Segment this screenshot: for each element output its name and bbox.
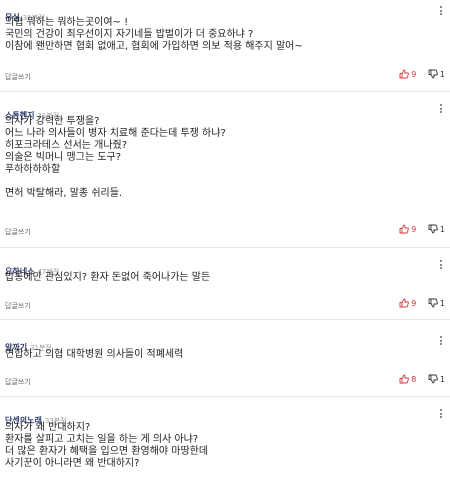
downvote-count: 1 [439,69,445,79]
reply-button[interactable]: 답글쓰기 [5,301,31,311]
reply-button[interactable]: 답글쓰기 [5,227,31,237]
downvote-button[interactable]: 1 [428,374,445,384]
comment-text: 의사가 강력한 투쟁을? 어느 나라 의사들이 병자 치료해 준다는데 투쟁 하… [5,116,226,199]
reply-button[interactable]: 답글쓰기 [5,72,31,82]
vote-group: 9 1 [390,298,445,308]
comment-text: 의사가 왜 반대하지? 환자를 살피고 고치는 일을 하는 게 의사 아냐? 더… [5,422,209,469]
thumbs-up-icon [399,69,410,79]
comment-item: 단센의노래 33분전 의사가 왜 반대하지? 환자를 살피고 고치는 일을 하는 … [0,397,450,483]
comment-item: 무심 31분전 의협 뭐하는 뭐하는곳이여~ ! 국민의 건강이 최우선이지 자기… [0,0,450,92]
upvote-count: 9 [411,224,417,234]
thumbs-up-icon [399,374,410,384]
comment-text: 의협 뭐하는 뭐하는곳이여~ ! 국민의 건강이 최우선이지 자기네들 밥벌이가… [5,17,303,52]
more-options-icon[interactable] [440,336,442,347]
downvote-button[interactable]: 1 [428,298,445,308]
downvote-count: 1 [439,374,445,384]
upvote-button[interactable]: 9 [399,224,416,234]
thumbs-up-icon [399,224,410,234]
vote-group: 8 1 [390,374,445,384]
comment-item: 요하네스 47분전 밥통에만 관심있지? 환자 돈없어 죽어나가는 말든 답글쓰기… [0,248,450,320]
comment-text: 연합하고 의협 대학병원 의사들이 적폐세력 [5,349,184,360]
more-options-icon[interactable] [440,409,442,420]
upvote-count: 8 [411,374,417,384]
downvote-button[interactable]: 1 [428,69,445,79]
more-options-icon[interactable] [440,6,442,17]
downvote-count: 1 [439,298,445,308]
thumbs-down-icon [428,224,438,234]
thumbs-down-icon [428,69,438,79]
downvote-button[interactable]: 1 [428,224,445,234]
upvote-button[interactable]: 9 [399,69,416,79]
vote-group: 9 1 [390,224,445,234]
upvote-button[interactable]: 8 [399,374,416,384]
comment-item: 스톤헨지 31분전 의사가 강력한 투쟁을? 어느 나라 의사들이 병자 치료해 … [0,92,450,248]
vote-group: 9 1 [390,69,445,79]
more-options-icon[interactable] [440,104,442,115]
thumbs-down-icon [428,298,438,308]
upvote-button[interactable]: 9 [399,298,416,308]
downvote-count: 1 [439,224,445,234]
thumbs-up-icon [399,298,410,308]
reply-button[interactable]: 답글쓰기 [5,377,31,387]
upvote-count: 9 [411,69,417,79]
more-options-icon[interactable] [440,260,442,271]
thumbs-down-icon [428,374,438,384]
upvote-count: 9 [411,298,417,308]
comment-text: 밥통에만 관심있지? 환자 돈없어 죽어나가는 말든 [5,272,211,283]
comment-item: 알까기 31분전 연합하고 의협 대학병원 의사들이 적폐세력 답글쓰기 8 1 [0,320,450,397]
